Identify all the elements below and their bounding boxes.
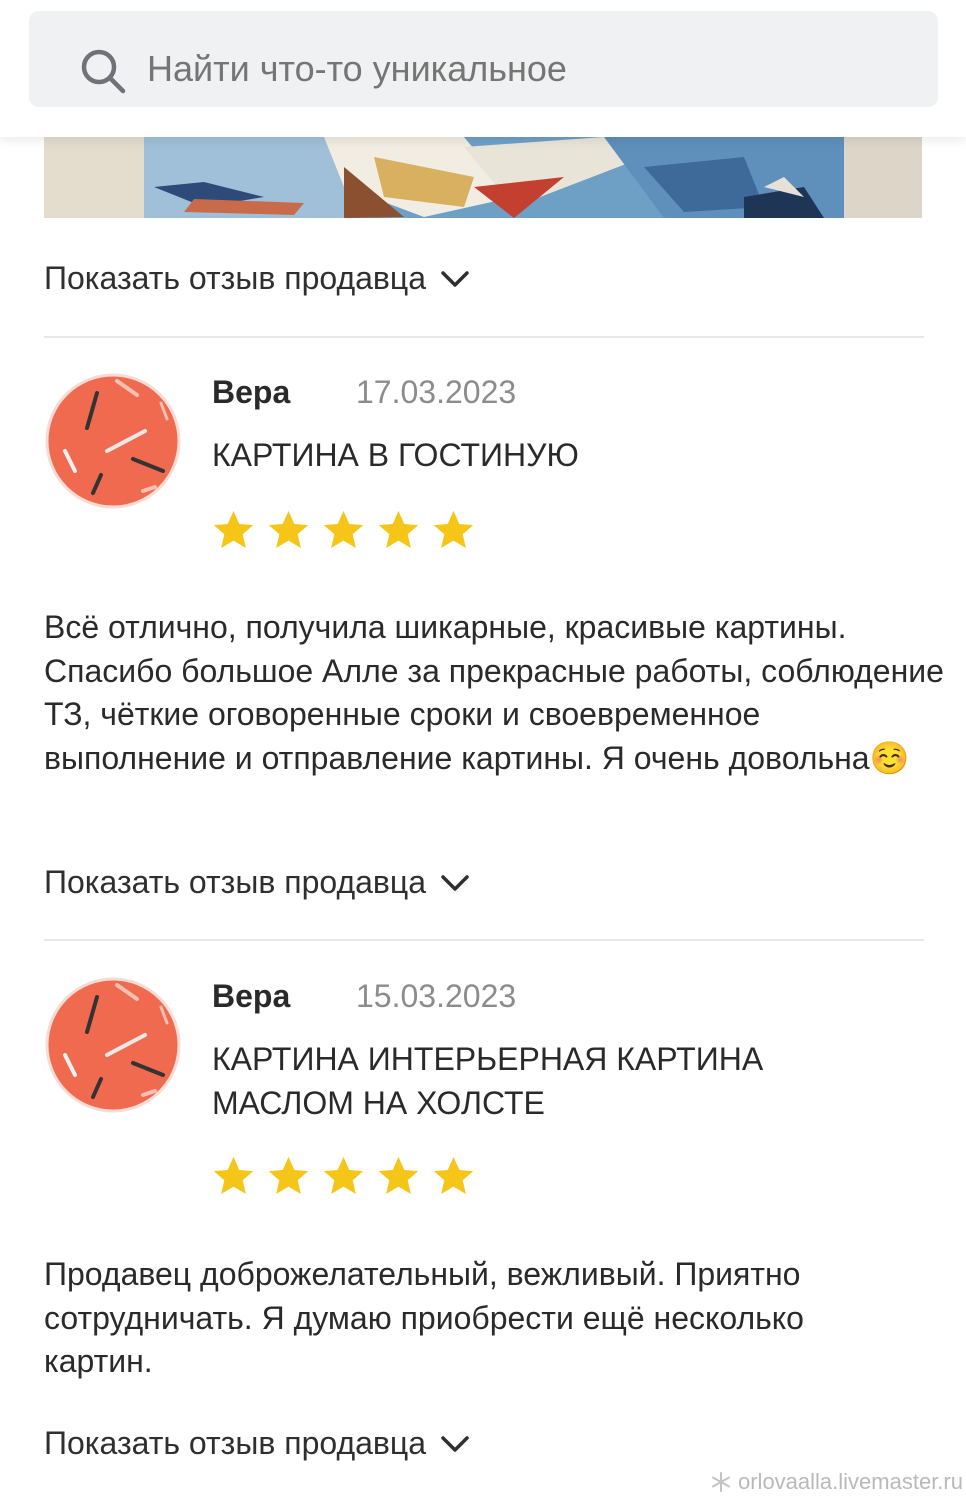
- review-date: 15.03.2023: [356, 978, 517, 1014]
- search-input[interactable]: [147, 44, 927, 94]
- chevron-down-icon: [441, 874, 469, 891]
- avatar[interactable]: [45, 373, 181, 509]
- star-icon: [268, 510, 309, 548]
- divider: [44, 939, 924, 941]
- watermark: orlovaalla.livemaster.ru: [710, 1469, 963, 1495]
- chevron-down-icon: [441, 1435, 469, 1452]
- star-icon: [433, 1156, 474, 1194]
- product-image: [44, 137, 922, 218]
- search-icon[interactable]: [79, 47, 127, 95]
- review-text: Всё отлично, получила шикарные, красивые…: [44, 609, 944, 776]
- review-text: Продавец доброжелательный, вежливый. При…: [44, 1256, 804, 1379]
- show-seller-reply-button[interactable]: Показать отзыв продавца: [44, 1425, 470, 1462]
- review-author[interactable]: Вера: [212, 374, 290, 411]
- show-seller-reply-label: Показать отзыв продавца: [44, 864, 427, 900]
- rating-stars: [211, 508, 476, 553]
- review-product-title[interactable]: КАРТИНА ИНТЕРЬЕРНАЯ КАРТИНА МАСЛОМ НА ХО…: [212, 1037, 852, 1125]
- show-seller-reply-label: Показать отзыв продавца: [44, 260, 427, 296]
- rating-stars: [211, 1154, 476, 1199]
- review-date: 17.03.2023: [356, 374, 517, 410]
- star-icon: [323, 510, 364, 548]
- review-author[interactable]: Вера: [212, 978, 290, 1015]
- star-icon: [433, 510, 474, 548]
- star-icon: [378, 1156, 419, 1194]
- avatar[interactable]: [45, 977, 181, 1113]
- review-product-title[interactable]: КАРТИНА В ГОСТИНУЮ: [212, 433, 852, 477]
- star-icon: [268, 1156, 309, 1194]
- snowflake-icon: [712, 1472, 730, 1492]
- star-icon: [213, 510, 254, 548]
- show-seller-reply-label: Показать отзыв продавца: [44, 1425, 427, 1461]
- star-icon: [323, 1156, 364, 1194]
- search-header: [0, 0, 966, 137]
- star-icon: [378, 510, 419, 548]
- show-seller-reply-button[interactable]: Показать отзыв продавца: [44, 260, 470, 297]
- show-seller-reply-button[interactable]: Показать отзыв продавца: [44, 864, 470, 901]
- star-icon: [213, 1156, 254, 1194]
- watermark-text: orlovaalla.livemaster.ru: [738, 1469, 963, 1494]
- search-bar[interactable]: [29, 11, 938, 107]
- divider: [44, 336, 924, 338]
- chevron-down-icon: [441, 270, 469, 287]
